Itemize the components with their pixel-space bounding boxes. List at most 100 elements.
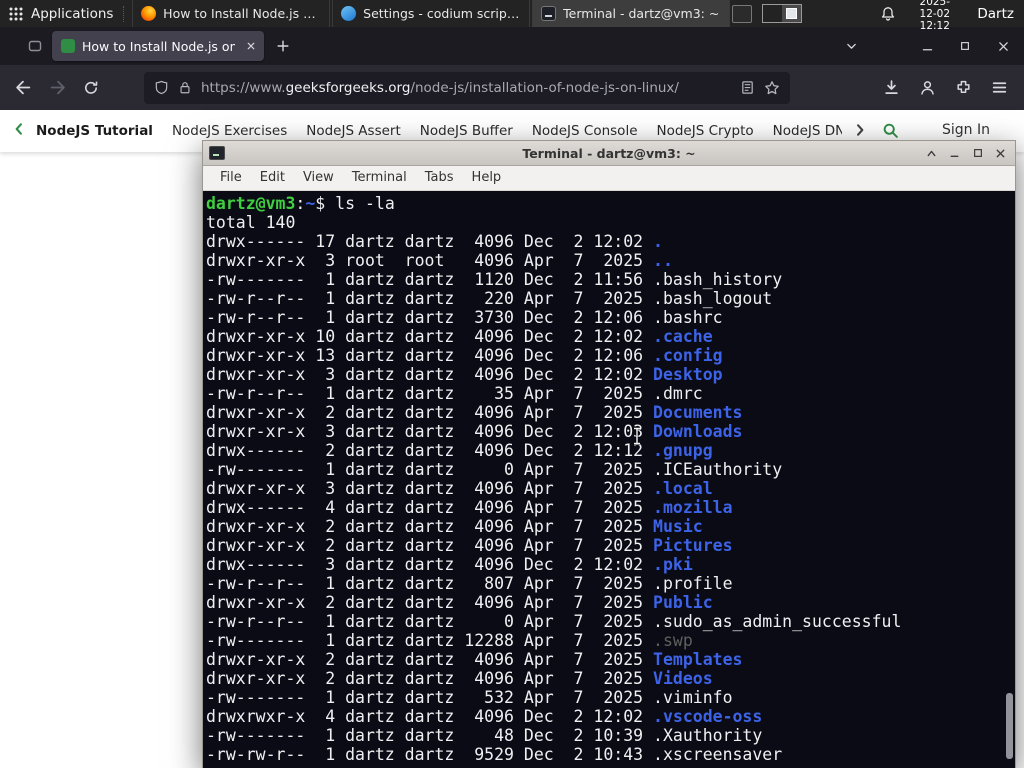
minimize-icon [950, 155, 959, 157]
url-bar[interactable]: https://www.geeksforgeeks.org/node-js/in… [144, 71, 790, 104]
system-tray [732, 4, 803, 23]
firefox-view-icon [28, 40, 42, 52]
site-nav-item-nodejs-dns[interactable]: NodeJS DNS [773, 123, 842, 139]
site-nav-item-nodejs-assert[interactable]: NodeJS Assert [306, 123, 401, 139]
sign-in-button[interactable]: Sign In [942, 122, 990, 138]
file-meta: drwxr-xr-x 2 dartz dartz 4096 Apr 7 2025 [206, 517, 654, 536]
file-meta: drwxr-xr-x 13 dartz dartz 4096 Dec 2 12:… [206, 346, 654, 365]
minimize-icon [922, 48, 932, 50]
terminal-line: -rw-r--r-- 1 dartz dartz 220 Apr 7 2025 … [206, 289, 1015, 308]
terminal-listing: drwx------ 17 dartz dartz 4096 Dec 2 12:… [206, 232, 1015, 764]
mouse-cursor [634, 426, 640, 446]
tray-icon[interactable] [732, 4, 753, 23]
menu-item-view[interactable]: View [294, 166, 343, 190]
firefox-view-button[interactable] [26, 38, 44, 58]
terminal-line: drwx------ 2 dartz dartz 4096 Dec 2 12:1… [206, 441, 1015, 460]
file-name: Videos [653, 669, 713, 688]
file-meta: drwxr-xr-x 2 dartz dartz 4096 Apr 7 2025 [206, 403, 654, 422]
file-name: .Xauthority [653, 726, 763, 745]
terminal-line: drwxr-xr-x 10 dartz dartz 4096 Dec 2 12:… [206, 327, 1015, 346]
site-nav-item-nodejs-buffer[interactable]: NodeJS Buffer [420, 123, 513, 139]
file-meta: drwx------ 3 dartz dartz 4096 Dec 2 12:0… [206, 555, 654, 574]
taskbar-item-label: How to Install Node.js o... [163, 6, 322, 21]
list-all-tabs-button[interactable] [838, 33, 864, 59]
downloads-icon[interactable] [883, 79, 900, 96]
file-meta: drwx------ 17 dartz dartz 4096 Dec 2 12:… [206, 232, 654, 251]
menu-hamburger-icon[interactable] [991, 79, 1008, 96]
reader-mode-icon[interactable] [740, 80, 755, 95]
menu-item-tabs[interactable]: Tabs [416, 166, 463, 190]
codium-icon [341, 6, 357, 21]
file-name: .xscreensaver [653, 745, 783, 764]
menu-item-help[interactable]: Help [463, 166, 511, 190]
minimize-button[interactable] [914, 33, 940, 59]
terminal-line: drwxr-xr-x 13 dartz dartz 4096 Dec 2 12:… [206, 346, 1015, 365]
terminal-line: -rw-r--r-- 1 dartz dartz 0 Apr 7 2025 .s… [206, 612, 1015, 631]
file-meta: drwxr-xr-x 2 dartz dartz 4096 Apr 7 2025 [206, 650, 654, 669]
file-meta: drwxr-xr-x 3 dartz dartz 4096 Apr 7 2025 [206, 479, 654, 498]
tab-title: How to Install Node.js on... [82, 38, 235, 54]
terminal-scrollbar[interactable] [1003, 191, 1015, 767]
close-button[interactable] [992, 145, 1009, 162]
file-name: .ICEauthority [653, 460, 783, 479]
file-name: Desktop [653, 365, 723, 384]
menu-item-file[interactable]: File [211, 166, 251, 190]
reload-button[interactable] [76, 73, 106, 103]
workspace-pager[interactable] [762, 4, 803, 23]
file-name: .. [653, 251, 673, 270]
notification-bell-button[interactable] [880, 6, 896, 22]
site-nav-item-nodejs-console[interactable]: NodeJS Console [532, 123, 638, 139]
file-meta: -rw-r--r-- 1 dartz dartz 807 Apr 7 2025 [206, 574, 654, 593]
terminal-line: drwxr-xr-x 2 dartz dartz 4096 Apr 7 2025… [206, 536, 1015, 555]
taskbar-item[interactable]: How to Install Node.js o... [132, 0, 331, 27]
shade-button[interactable] [923, 145, 940, 162]
bookmark-star-icon[interactable] [764, 80, 780, 96]
nav-scroll-left-button[interactable] [12, 121, 27, 141]
maximize-icon [973, 149, 982, 157]
site-nav-item-nodejs-tutorial[interactable]: NodeJS Tutorial [36, 123, 153, 139]
site-nav-item-nodejs-crypto[interactable]: NodeJS Crypto [657, 123, 754, 139]
reload-icon [85, 81, 98, 94]
file-meta: -rw-r--r-- 1 dartz dartz 35 Apr 7 2025 [206, 384, 654, 403]
browser-tab-bar: How to Install Node.js on... [0, 27, 1024, 65]
maximize-button[interactable] [969, 145, 986, 162]
file-meta: -rw-r--r-- 1 dartz dartz 0 Apr 7 2025 [206, 612, 654, 631]
terminal-output[interactable]: dartz@vm3:~$ ls -la total 140 drwx------… [203, 191, 1015, 767]
tab-favicon [61, 39, 75, 53]
bell-icon [882, 6, 895, 21]
menu-item-edit[interactable]: Edit [251, 166, 294, 190]
menu-item-terminal[interactable]: Terminal [343, 166, 416, 190]
prompt-user-host: dartz@vm3 [206, 194, 296, 213]
browser-tab[interactable]: How to Install Node.js on... [52, 31, 264, 61]
terminal-line: drwxr-xr-x 2 dartz dartz 4096 Apr 7 2025… [206, 650, 1015, 669]
workspace-1[interactable] [763, 5, 782, 22]
scrollbar-thumb[interactable] [1006, 693, 1013, 759]
file-name: Templates [653, 650, 743, 669]
account-icon[interactable] [919, 79, 936, 96]
prompt-dollar: $ [315, 194, 336, 213]
close-button[interactable] [990, 33, 1016, 59]
panel-user: Dartz [977, 5, 1014, 22]
maximize-button[interactable] [952, 33, 978, 59]
site-nav-item-nodejs-exercises[interactable]: NodeJS Exercises [172, 123, 287, 139]
forward-button[interactable] [42, 73, 72, 103]
file-name: Pictures [653, 536, 733, 555]
tab-close-button[interactable] [242, 37, 260, 55]
back-button[interactable] [8, 73, 38, 103]
file-meta: drwxr-xr-x 3 root root 4096 Apr 7 2025 [206, 251, 654, 270]
file-name: .profile [653, 574, 733, 593]
applications-menu[interactable]: Applications [0, 0, 123, 27]
taskbar-item[interactable]: Terminal - dartz@vm3: ~ [532, 0, 731, 27]
nav-scroll-right-button[interactable] [850, 122, 869, 142]
terminal-line: drwxrwxr-x 4 dartz dartz 4096 Dec 2 12:0… [206, 707, 1015, 726]
minimize-button[interactable] [946, 145, 963, 162]
new-tab-button[interactable] [272, 35, 294, 57]
terminal-menubar: File Edit View Terminal Tabs Help [203, 166, 1015, 191]
terminal-titlebar[interactable]: Terminal - dartz@vm3: ~ [203, 141, 1015, 166]
file-name: .bash_logout [653, 289, 773, 308]
terminal-window-title: Terminal - dartz@vm3: ~ [522, 145, 696, 161]
workspace-2[interactable] [782, 5, 802, 22]
panel-clock[interactable]: 2025-12-02 12:12 [912, 0, 957, 32]
extensions-icon[interactable] [955, 79, 972, 96]
taskbar-item[interactable]: Settings - codium script... [332, 0, 531, 27]
